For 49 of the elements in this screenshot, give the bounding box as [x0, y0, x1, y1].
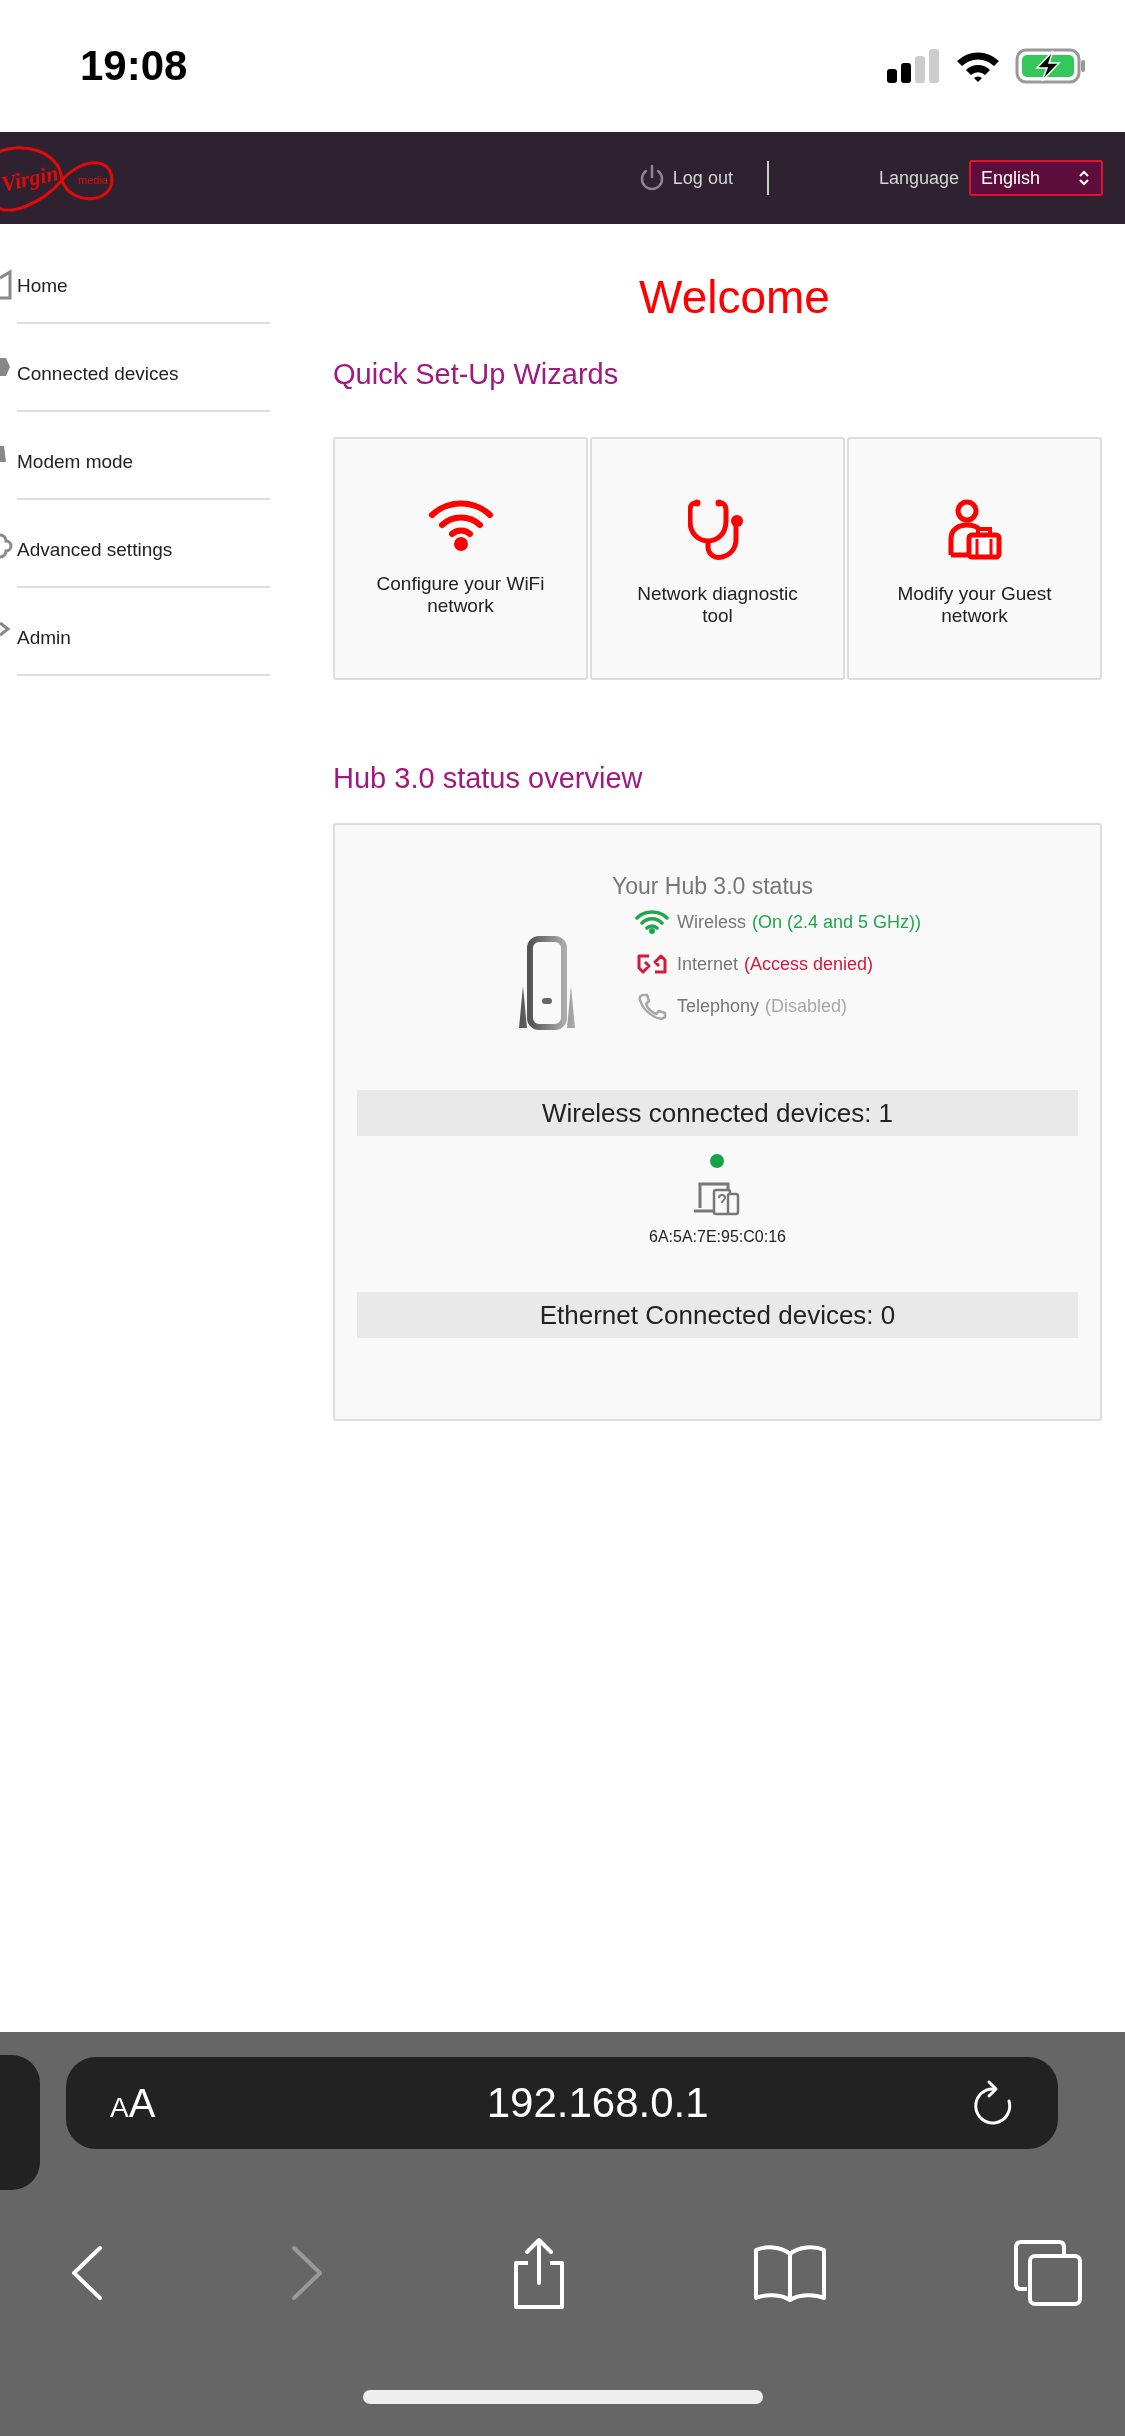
language-select[interactable]: English: [969, 160, 1103, 196]
status-title: Your Hub 3.0 status: [610, 873, 815, 900]
hub-device-icon: [517, 936, 577, 1030]
language-label: Language: [878, 167, 959, 189]
menu-icon: [0, 534, 10, 558]
battery-charging-icon: [1015, 48, 1087, 84]
address-bar[interactable]: AA 192.168.0.1: [66, 2057, 1058, 2149]
menu-icon: [0, 358, 10, 376]
logout-button[interactable]: Log out: [638, 164, 733, 192]
signal-icon: [887, 49, 941, 83]
tab-preview[interactable]: [0, 2055, 40, 2190]
sidebar-item[interactable]: Admin: [17, 588, 270, 676]
device-mac: 6A:5A:7E:95:C0:16: [649, 1228, 786, 1246]
menu-icon: [0, 622, 10, 636]
status-value: (Disabled): [765, 995, 848, 1017]
phone-icon: [635, 992, 669, 1020]
clock-time: 19:08: [80, 42, 188, 90]
devices-icon: [694, 1180, 741, 1216]
wifi-icon: [427, 499, 494, 551]
text-size-button[interactable]: AA: [110, 2080, 156, 2126]
page-title: Welcome: [638, 270, 831, 324]
section-heading: Quick Set-Up Wizards: [333, 358, 620, 391]
status-value: (On (2.4 and 5 GHz)): [752, 911, 922, 933]
status-label: Wireless: [677, 911, 746, 933]
menu-icon: [0, 270, 12, 298]
person-suitcase-icon: [946, 499, 1003, 561]
section-bar: Ethernet Connected devices: 0: [357, 1292, 1078, 1338]
chevron-updown-icon: [1077, 168, 1091, 188]
section-heading: Hub 3.0 status overview: [333, 762, 644, 795]
tabs-icon[interactable]: [1013, 2239, 1083, 2307]
wizard-card[interactable]: Network diagnostic tool: [590, 437, 845, 680]
wizard-card[interactable]: Configure your WiFi network: [333, 437, 588, 680]
sidebar-item[interactable]: Home: [17, 236, 270, 324]
wizard-card[interactable]: Modify your Guest network: [847, 437, 1102, 680]
sidebar-item[interactable]: Modem mode: [17, 412, 270, 500]
sidebar-item[interactable]: Connected devices: [17, 324, 270, 412]
back-icon[interactable]: [70, 2245, 104, 2301]
wifi-icon: [635, 910, 669, 934]
sidebar-item[interactable]: Advanced settings: [17, 500, 270, 588]
power-icon: [638, 164, 665, 192]
wifi-icon: [955, 49, 1001, 83]
broken-link-icon: [635, 952, 669, 976]
status-value: (Access denied): [744, 953, 874, 975]
bookmarks-icon[interactable]: [753, 2244, 828, 2302]
menu-icon: [0, 446, 6, 462]
status-label: Telephony: [677, 995, 760, 1017]
url-text: 192.168.0.1: [486, 2079, 709, 2127]
status-label: Internet: [677, 953, 739, 975]
section-bar: Wireless connected devices: 1: [357, 1090, 1078, 1136]
